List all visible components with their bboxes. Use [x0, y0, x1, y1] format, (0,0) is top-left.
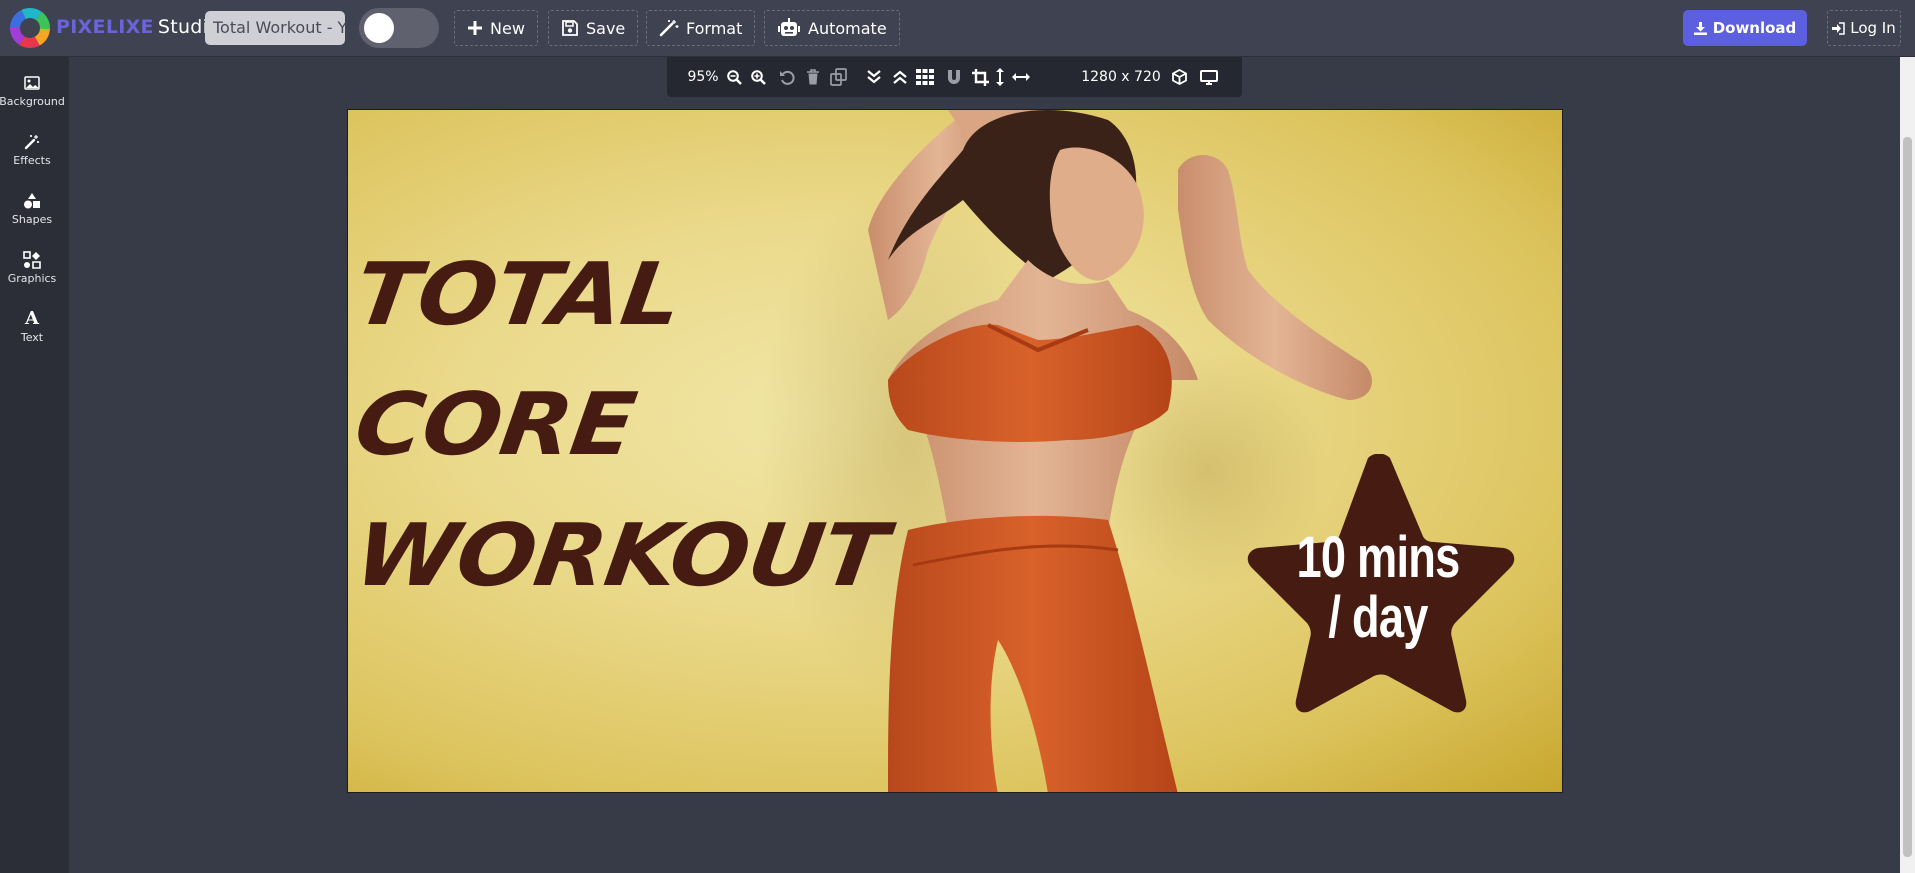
send-backward-icon[interactable] [865, 57, 883, 97]
download-button-label: Download [1712, 19, 1797, 37]
pixelixe-logo-icon[interactable] [10, 8, 50, 48]
new-button-label: New [490, 18, 525, 38]
download-icon [1693, 21, 1707, 35]
shapes-icon [24, 193, 40, 209]
brand-name: PIXELIXE Studio [56, 16, 220, 38]
sidebar-item-background[interactable]: Background [0, 65, 65, 117]
download-button[interactable]: Download [1683, 10, 1807, 46]
resize-width-icon[interactable] [1008, 57, 1034, 97]
login-button-label: Log In [1850, 19, 1896, 37]
sidebar-item-shapes[interactable]: Shapes [0, 183, 64, 235]
graphics-icon [23, 251, 41, 269]
bring-forward-icon[interactable] [891, 57, 909, 97]
brand-name-main: PIXELIXE [56, 16, 154, 38]
scrollbar-thumb[interactable] [1903, 137, 1912, 857]
delete-icon[interactable] [803, 57, 823, 97]
sidebar-item-label: Background [0, 95, 65, 108]
headline-line-3[interactable]: WORKOUT [349, 506, 892, 606]
image-icon [24, 76, 40, 90]
new-button[interactable]: New [454, 10, 538, 46]
save-button-label: Save [586, 18, 626, 38]
duplicate-icon[interactable] [828, 57, 850, 97]
format-button-label: Format [686, 18, 743, 38]
zoom-level[interactable]: 95% [681, 57, 725, 97]
sidebar-item-text[interactable]: A Text [0, 301, 64, 353]
headline-line-2[interactable]: CORE [349, 375, 641, 475]
left-sidebar: Background Effects Shapes Graphics A Tex… [0, 57, 69, 873]
save-button[interactable]: Save [548, 10, 639, 46]
badge-line-2: / day [1328, 585, 1428, 650]
sidebar-item-label: Effects [13, 154, 51, 167]
canvas-size-label[interactable]: 1280 x 720 [1081, 57, 1161, 97]
crop-icon[interactable] [969, 57, 991, 97]
3d-box-icon[interactable] [1168, 57, 1190, 97]
text-icon: A [25, 308, 39, 329]
top-bar: PIXELIXEStudio Total Workout - YouTube T… [0, 0, 1915, 57]
magic-wand-icon [659, 20, 679, 37]
automate-button-label: Automate [808, 18, 887, 38]
document-title-text: Total Workout - YouTube Thumbnail [213, 18, 345, 37]
zoom-in-icon[interactable] [748, 57, 768, 97]
undo-icon[interactable] [777, 57, 797, 97]
headline-line-1[interactable]: TOTAL [349, 245, 687, 345]
document-title-input[interactable]: Total Workout - YouTube Thumbnail [205, 11, 345, 45]
magic-wand-icon [24, 135, 39, 150]
save-icon [562, 20, 578, 36]
mode-toggle[interactable] [359, 8, 439, 48]
format-button[interactable]: Format [646, 10, 756, 46]
sidebar-item-label: Graphics [7, 272, 57, 285]
resize-height-icon[interactable] [991, 57, 1009, 97]
design-artboard[interactable]: TOTAL CORE WORKOUT 10 mins / day [347, 109, 1563, 793]
sidebar-item-graphics[interactable]: Graphics [0, 242, 64, 294]
desktop-icon[interactable] [1197, 57, 1221, 97]
toggle-knob [364, 13, 394, 43]
login-button[interactable]: Log In [1827, 10, 1901, 46]
badge-line-1: 10 mins [1296, 525, 1460, 590]
robot-icon [778, 18, 800, 36]
automate-button[interactable]: Automate [764, 10, 900, 46]
grid-icon[interactable] [914, 57, 936, 97]
canvas-toolbar: 95% 1280 x 720 [667, 57, 1242, 97]
badge-text[interactable]: 10 mins / day [1269, 528, 1487, 648]
sign-in-icon [1832, 21, 1845, 35]
vertical-scrollbar[interactable] [1900, 57, 1915, 873]
sidebar-item-label: Text [20, 331, 44, 344]
plus-icon [468, 21, 482, 35]
magnet-icon[interactable] [944, 57, 964, 97]
sidebar-item-label: Shapes [11, 213, 53, 226]
zoom-out-icon[interactable] [724, 57, 744, 97]
sidebar-item-effects[interactable]: Effects [0, 124, 64, 176]
